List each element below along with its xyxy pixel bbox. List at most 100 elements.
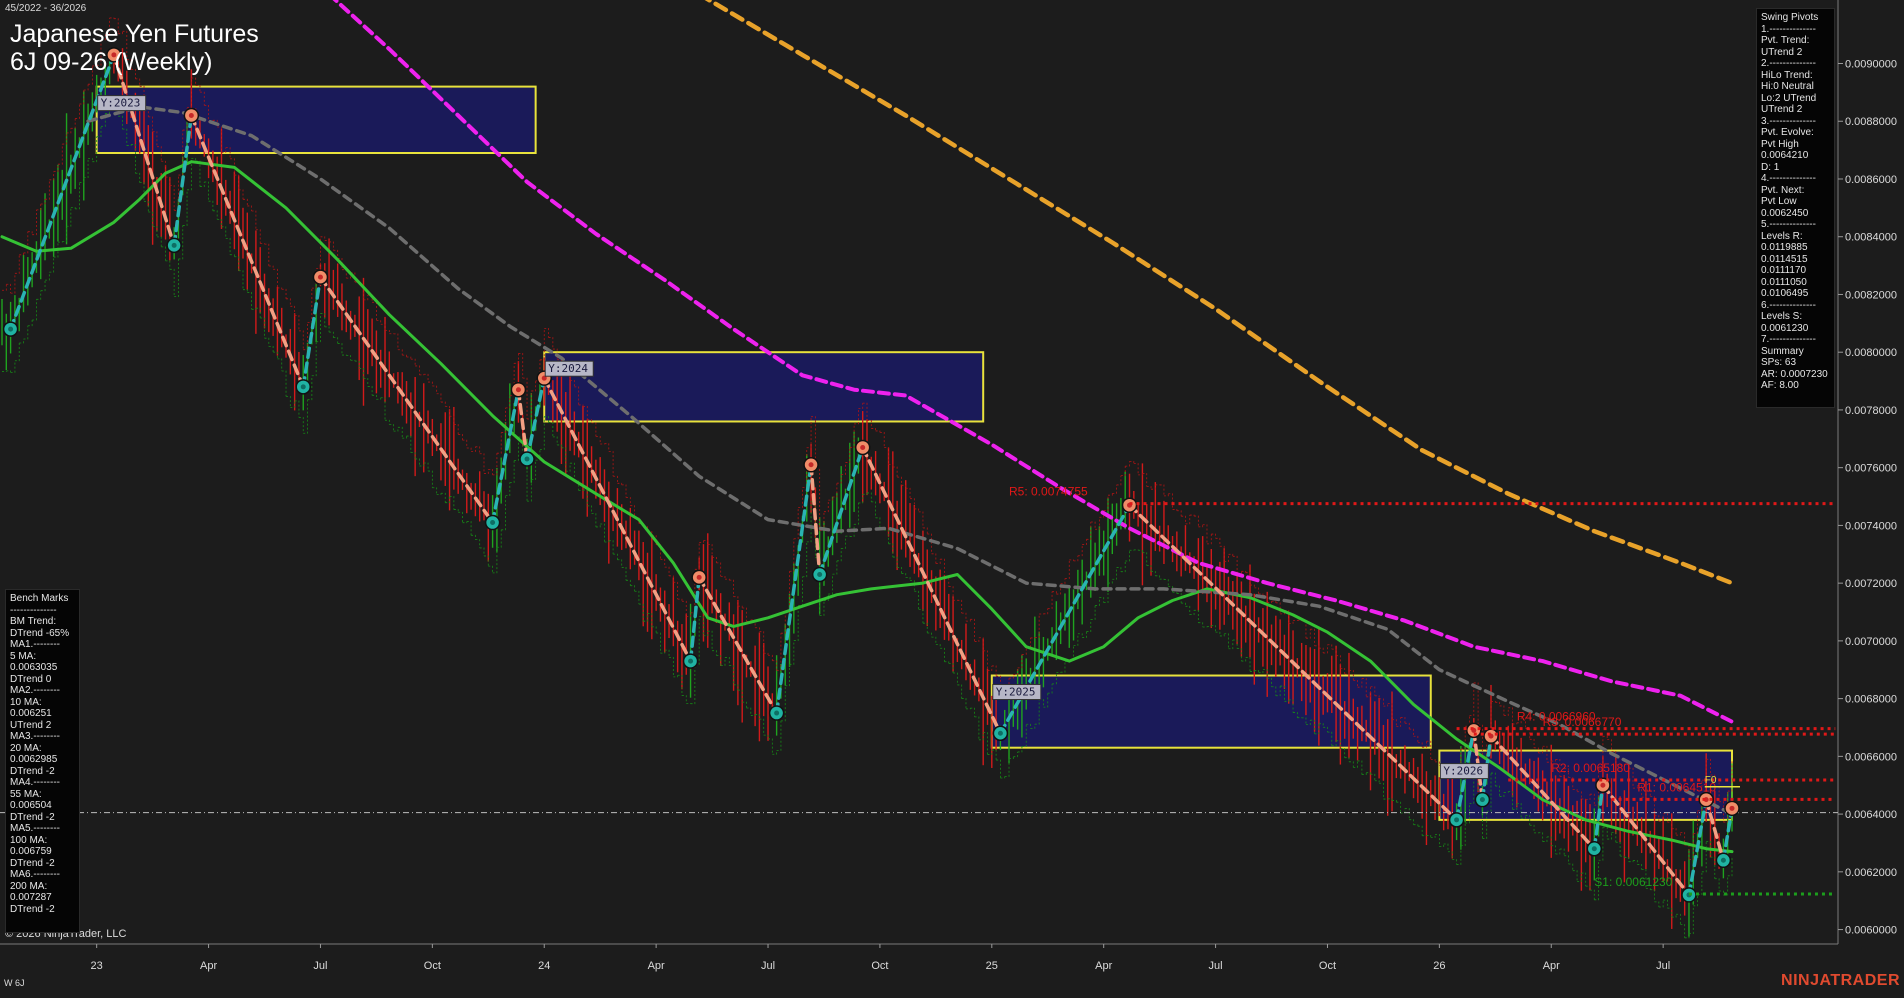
series-label: W 6J — [4, 978, 25, 988]
bench-panel-line: 0.006504 — [10, 800, 75, 812]
swing-panel-line: D: 1 — [1761, 162, 1830, 174]
bench-panel-line: MA4.-------- — [10, 777, 75, 789]
price-axis-background — [1838, 0, 1904, 994]
pivot-center-dot — [301, 384, 306, 389]
y-tick-label: 0.0088000 — [1845, 116, 1897, 128]
bench-panel-line: MA1.-------- — [10, 639, 75, 651]
chart-area[interactable]: 0.0090000 0.0088000 0.0086000 0.0084000 0.00… — [0, 0, 1904, 994]
bench-panel-line: 10 MA: — [10, 697, 75, 709]
zone-label: Y:2024 — [548, 362, 588, 375]
swing-panel-line: 0.0111170 — [1761, 265, 1830, 277]
pivot-center-dot — [998, 731, 1003, 736]
swing-panel-line: Pvt. Next: — [1761, 185, 1830, 197]
level-label: R2: 0.0065180 — [1551, 761, 1630, 775]
x-tick-label: 24 — [538, 960, 550, 972]
y-tick-label: 0.0064000 — [1845, 809, 1897, 821]
bench-panel-line: 100 MA: — [10, 835, 75, 847]
bench-panel-line: 20 MA: — [10, 743, 75, 755]
y-tick-label: 0.0078000 — [1845, 405, 1897, 417]
y-tick-label: 0.0068000 — [1845, 694, 1897, 706]
bench-panel-line: 0.0062985 — [10, 754, 75, 766]
bench-panel-line: 0.006759 — [10, 846, 75, 858]
pivot-center-dot — [860, 445, 865, 450]
swing-panel-line: 7.-------------- — [1761, 334, 1830, 346]
swing-panel-line: 0.0106495 — [1761, 288, 1830, 300]
swing-panel-line: 0.0111050 — [1761, 277, 1830, 289]
x-tick-label: 23 — [91, 960, 103, 972]
bench-panel-line: -------------- — [10, 605, 75, 617]
bench-panel-line: DTrend -65% — [10, 628, 75, 640]
pivot-center-dot — [688, 659, 693, 664]
swing-panel-line: UTrend 2 — [1761, 47, 1830, 59]
pivot-center-dot — [774, 711, 779, 716]
swing-panel-line: Levels R: — [1761, 231, 1830, 243]
x-tick-label: Apr — [200, 960, 217, 972]
chart-subtitle: 6J 09-26 (Weekly) — [10, 48, 212, 76]
zone-label: Y:2025 — [996, 686, 1036, 699]
y-tick-label: 0.0062000 — [1845, 867, 1897, 879]
pivot-center-dot — [8, 327, 13, 332]
swing-panel-line: Summary — [1761, 346, 1830, 358]
yearly-zone — [992, 676, 1431, 748]
y-tick-label: 0.0076000 — [1845, 463, 1897, 475]
chart-title: Japanese Yen Futures — [10, 20, 259, 48]
bench-panel-line: BM Trend: — [10, 616, 75, 628]
yearly-zone — [97, 87, 536, 153]
swing-pivots-panel: Swing Pivots1.--------------Pvt. Trend:U… — [1756, 8, 1835, 408]
bench-panel-line: DTrend -2 — [10, 766, 75, 778]
pivot-center-dot — [1454, 817, 1459, 822]
level-label: S1: 0.0061230 — [1594, 875, 1672, 889]
price-chart[interactable]: 0.0090000 0.0088000 0.0086000 0.0084000 0.00… — [0, 0, 1904, 994]
y-tick-label: 0.0084000 — [1845, 232, 1897, 244]
swing-panel-line: Lo:2 UTrend — [1761, 93, 1830, 105]
zone-label: Y:2026 — [1443, 765, 1483, 778]
x-tick-label: Jul — [313, 960, 327, 972]
pivot-center-dot — [525, 457, 530, 462]
bench-panel-line: 0.006251 — [10, 708, 75, 720]
x-tick-label: Jul — [1209, 960, 1223, 972]
x-tick-label: Jul — [761, 960, 775, 972]
x-tick-label: Apr — [648, 960, 665, 972]
bench-marks-panel: Bench Marks--------------BM Trend:DTrend… — [5, 589, 80, 933]
y-tick-label: 0.0066000 — [1845, 751, 1897, 763]
y-tick-label: 0.0070000 — [1845, 636, 1897, 648]
swing-panel-line: Pvt High — [1761, 139, 1830, 151]
x-tick-label: Apr — [1095, 960, 1112, 972]
pivot-center-dot — [189, 113, 194, 118]
swing-panel-line: 3.-------------- — [1761, 116, 1830, 128]
y-tick-label: 0.0086000 — [1845, 174, 1897, 186]
swing-panel-line: Pvt Low — [1761, 196, 1830, 208]
x-tick-label: 26 — [1433, 960, 1445, 972]
swing-panel-line: 0.0064210 — [1761, 150, 1830, 162]
f0-label: F0 — [1705, 775, 1717, 786]
bench-panel-line: 0.007287 — [10, 892, 75, 904]
bench-panel-line: DTrend -2 — [10, 904, 75, 916]
bench-panel-line: DTrend 0 — [10, 674, 75, 686]
pivot-center-dot — [172, 243, 177, 248]
bench-panel-line: 5 MA: — [10, 651, 75, 663]
level-label: R5: 0.0074755 — [1009, 485, 1088, 499]
swing-panel-line: 0.0061230 — [1761, 323, 1830, 335]
swing-panel-line: 2.-------------- — [1761, 58, 1830, 70]
y-tick-label: 0.0090000 — [1845, 59, 1897, 71]
bench-panel-line: UTrend 2 — [10, 720, 75, 732]
yearly-zone — [544, 352, 983, 421]
pivot-center-dot — [1721, 858, 1726, 863]
swing-panel-line: 0.0119885 — [1761, 242, 1830, 254]
pivot-center-dot — [516, 387, 521, 392]
swing-panel-line: Levels S: — [1761, 311, 1830, 323]
pivot-center-dot — [1480, 797, 1485, 802]
bench-panel-line: DTrend -2 — [10, 858, 75, 870]
swing-panel-line: SPs: 63 — [1761, 357, 1830, 369]
pivot-center-dot — [817, 572, 822, 577]
date-range-label: 45/2022 - 36/2026 — [5, 3, 86, 14]
bench-panel-line: MA5.-------- — [10, 823, 75, 835]
pivot-center-dot — [318, 275, 323, 280]
y-tick-label: 0.0080000 — [1845, 347, 1897, 359]
swing-panel-line: Pvt. Trend: — [1761, 35, 1830, 47]
pivot-center-dot — [1600, 783, 1605, 788]
swing-panel-line: 5.-------------- — [1761, 219, 1830, 231]
bench-panel-line: DTrend -2 — [10, 812, 75, 824]
swing-panel-line: Hi:0 Neutral — [1761, 81, 1830, 93]
x-tick-label: Jul — [1656, 960, 1670, 972]
